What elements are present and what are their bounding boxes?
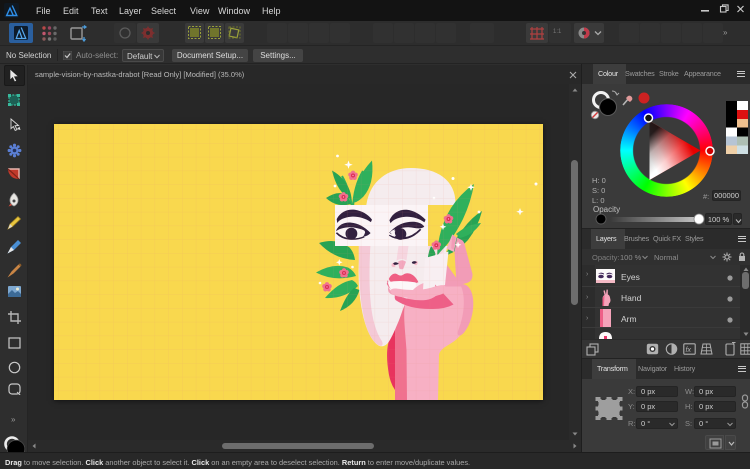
svg-text:fx: fx xyxy=(686,347,692,354)
